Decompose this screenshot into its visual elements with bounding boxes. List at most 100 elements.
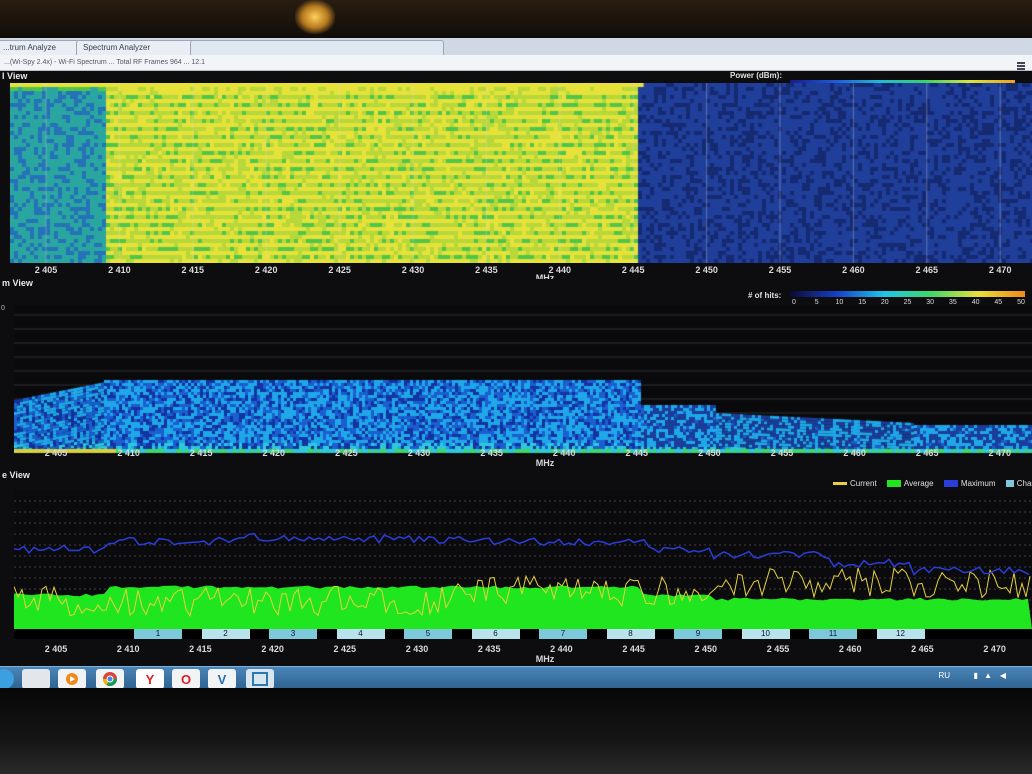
channel-marker[interactable]: 3 [269, 629, 317, 639]
network-icon[interactable]: ▲ [984, 671, 992, 680]
yandex-icon[interactable]: Y [136, 669, 164, 689]
language-indicator[interactable]: RU [938, 671, 950, 680]
channel-marker[interactable]: 11 [809, 629, 857, 639]
folder-icon[interactable] [22, 669, 50, 689]
trace-legend: Current Average Maximum Channel [825, 479, 1032, 488]
maximum-trace [14, 532, 1030, 576]
trace-view-panel: e View Current Average Maximum Channel 1… [0, 469, 1032, 666]
x-tick-label: 2 450 [698, 448, 721, 458]
x-tick-label: 2 415 [189, 644, 212, 654]
chrome-icon[interactable] [96, 669, 124, 689]
channel-marker[interactable]: 2 [201, 629, 250, 639]
waterfall-view-panel: l View Power (dBm): -105-95-85-75-65-55 … [0, 71, 1032, 283]
channel-marker[interactable]: 8 [606, 629, 655, 639]
x-tick-label: 2 470 [988, 448, 1012, 458]
menu-icon[interactable] [1016, 58, 1026, 70]
media-icon[interactable] [58, 669, 86, 689]
channel-marker[interactable]: 10 [741, 629, 790, 639]
x-tick-label: 2 420 [261, 644, 284, 654]
x-tick-label: 2 420 [254, 265, 278, 275]
x-tick-label: 2 415 [181, 265, 205, 275]
density-view-title: m View [2, 278, 33, 288]
x-tick-label: 2 415 [189, 448, 213, 458]
channel-marker[interactable]: 1 [134, 629, 182, 639]
trace-plot[interactable] [14, 491, 1032, 629]
trace-x-axis: 2 405 2 410 2 415 2 420 2 425 2 430 2 435 2 440… [14, 644, 1032, 656]
density-heatmap [14, 305, 1032, 455]
x-tick-label: 2 405 [34, 265, 58, 275]
density-plot[interactable] [14, 305, 1032, 455]
density-view-panel: m View # of hits: 0 5 10 15 20 25 30 35 40 45 50 0… [0, 278, 1032, 469]
window-status-line: ...(Wi-Spy 2.4x) - Wi-Fi Spectrum ... To… [0, 55, 1032, 71]
channel-marker[interactable]: 9 [674, 629, 722, 639]
volume-icon[interactable]: ◀ [1000, 671, 1006, 680]
waterfall-plot[interactable] [10, 83, 1032, 263]
x-tick-label: 2 420 [262, 448, 286, 458]
waterfall-heatmap [10, 83, 1032, 263]
desk-background [0, 688, 1032, 774]
legend-maximum[interactable]: Maximum [943, 479, 995, 488]
x-tick-label: 2 460 [842, 265, 865, 275]
channel-marker[interactable]: 6 [471, 629, 520, 639]
channel-marker[interactable]: 7 [539, 629, 587, 639]
x-tick-label: 2 465 [915, 448, 939, 458]
x-tick-label: 2 430 [401, 265, 425, 275]
x-tick-label: 2 410 [117, 448, 140, 458]
flag-icon[interactable]: ▮ [974, 671, 978, 680]
x-tick-label: 2 435 [480, 448, 503, 458]
x-tick-label: 2 430 [405, 644, 429, 654]
legend-channel[interactable]: Channel [1005, 479, 1032, 488]
hits-scale-label: # of hits: [748, 291, 782, 300]
x-tick-label: 2 455 [766, 644, 790, 654]
x-tick-label: 2 455 [770, 448, 794, 458]
channel-marker[interactable]: 5 [404, 629, 452, 639]
x-tick-label: 2 445 [622, 644, 645, 654]
room-background [0, 0, 1032, 40]
x-tick-label: 2 450 [694, 644, 718, 654]
average-trace [14, 585, 1032, 629]
monitor-screen: ...trum Analyze Spectrum Analyzer ...(Wi… [0, 38, 1032, 690]
tab-secondary[interactable]: Spectrum Analyzer [76, 40, 200, 55]
trace-view-title: e View [2, 470, 30, 480]
x-tick-label: 2 410 [108, 265, 131, 275]
channel-marker[interactable]: 12 [876, 629, 925, 639]
x-tick-label: 2 450 [695, 265, 718, 275]
density-x-axis: 2 405 2 410 2 415 2 420 2 425 2 430 2 435 2 440… [14, 448, 1032, 460]
vk-icon[interactable]: V [208, 669, 236, 689]
app-icon[interactable] [246, 669, 274, 689]
x-tick-label: 2 440 [550, 644, 573, 654]
x-tick-label: 2 425 [333, 644, 357, 654]
x-tick-label: 2 470 [983, 644, 1006, 654]
tab-spectrum-analyzer[interactable]: ...trum Analyze [0, 40, 80, 55]
x-tick-label: 2 440 [552, 448, 576, 458]
power-scale-label: Power (dBm): [730, 71, 782, 80]
legend-current[interactable]: Current [833, 479, 877, 488]
x-tick-label: 2 465 [911, 644, 934, 654]
channel-marker[interactable]: 4 [336, 629, 385, 639]
trace-unit-label: MHz [535, 654, 555, 664]
tab-bar: ...trum Analyze Spectrum Analyzer [0, 38, 1032, 55]
x-tick-label: 2 470 [988, 265, 1012, 275]
waterfall-x-axis: 2 405 2 410 2 415 2 420 2 425 2 430 2 435 2 440… [10, 265, 1032, 277]
legend-average[interactable]: Average [886, 479, 934, 488]
hits-scale-bar [790, 291, 1025, 297]
x-tick-label: 2 465 [915, 265, 939, 275]
x-tick-label: 2 460 [843, 448, 866, 458]
lamp-glow [295, 0, 335, 34]
x-tick-label: 2 405 [44, 448, 68, 458]
start-icon[interactable] [0, 669, 14, 689]
opera-icon[interactable]: O [172, 669, 200, 689]
x-tick-label: 2 425 [335, 448, 358, 458]
taskbar: Y O V RU ▮ ▲ ◀ [0, 666, 1032, 690]
x-tick-label: 2 455 [768, 265, 792, 275]
waterfall-view-title: l View [2, 71, 28, 81]
x-tick-label: 2 445 [621, 265, 645, 275]
x-tick-label: 2 435 [475, 265, 498, 275]
trace-lines [14, 500, 1032, 629]
tab-blank[interactable] [190, 40, 444, 55]
x-tick-label: 2 410 [116, 644, 140, 654]
x-tick-label: 2 445 [625, 448, 649, 458]
x-tick-label: 2 405 [44, 644, 68, 654]
channel-strip: 1 2 3 4 5 6 7 8 9 10 11 12 [14, 629, 1032, 639]
x-tick-label: 2 435 [477, 644, 501, 654]
